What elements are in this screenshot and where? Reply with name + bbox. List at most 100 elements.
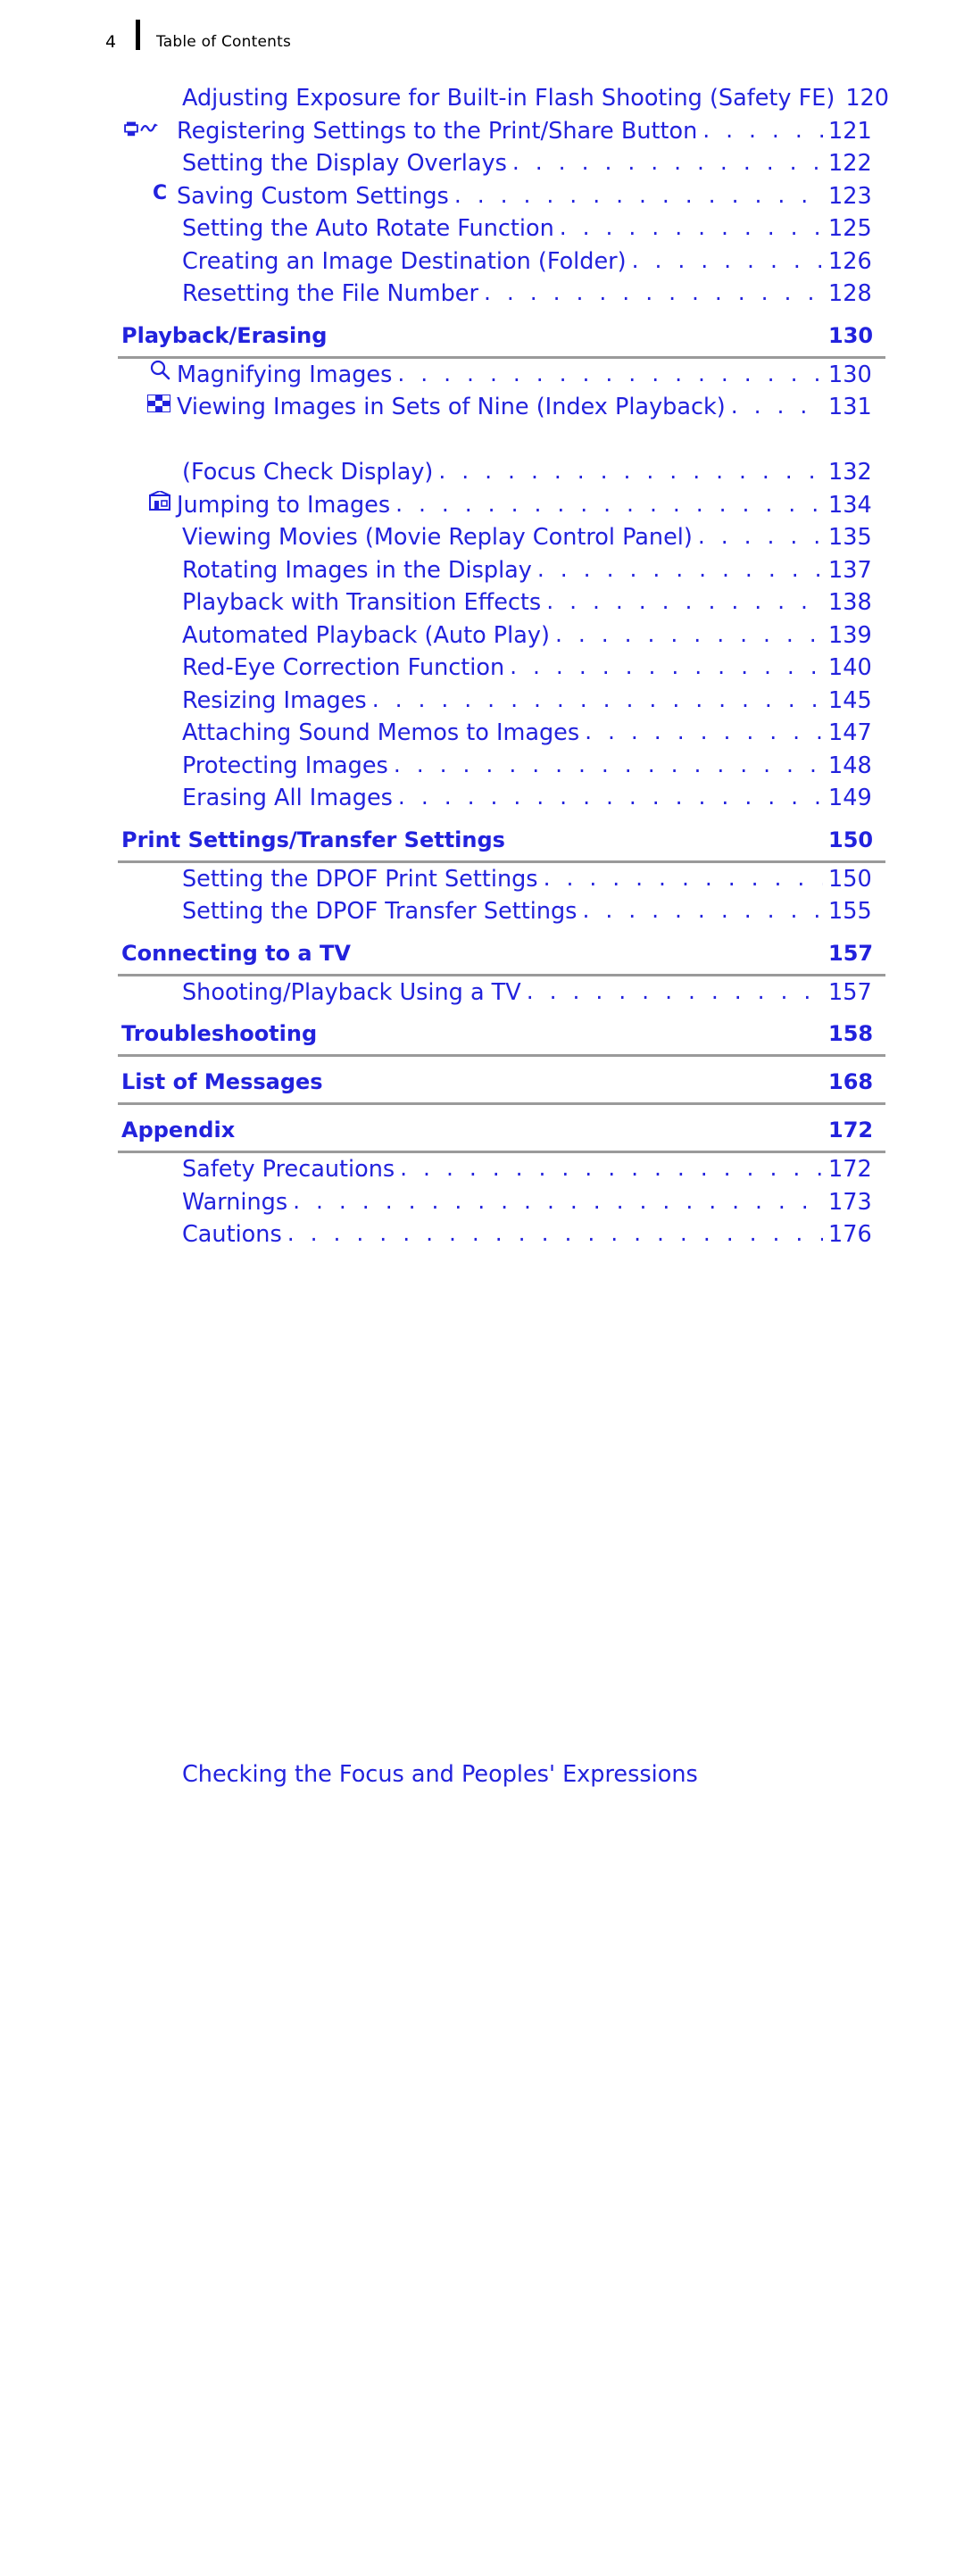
toc-entry[interactable]: Warnings173 xyxy=(118,1186,885,1219)
toc-entry-label: Setting the Display Overlays xyxy=(182,150,507,177)
toc-entry-label: Creating an Image Destination (Folder) xyxy=(182,247,627,275)
toc-entry[interactable]: Magnifying Images130 xyxy=(118,359,885,392)
toc-entry-label: Automated Playback (Auto Play) xyxy=(182,621,550,649)
toc-section: Print Settings/Transfer Settings 150 xyxy=(118,827,885,863)
header-divider xyxy=(136,20,140,50)
dot-leader xyxy=(372,684,823,717)
svg-text:C: C xyxy=(153,182,167,204)
toc-entry-label: Setting the DPOF Transfer Settings xyxy=(182,898,578,925)
dot-leader xyxy=(398,781,823,814)
toc-entry-label: Magnifying Images xyxy=(177,361,393,388)
toc-section: Connecting to a TV 157 xyxy=(118,941,885,976)
dot-leader xyxy=(537,553,823,586)
toc-section-label: Troubleshooting xyxy=(121,1021,318,1046)
toc-entry-label: Setting the DPOF Print Settings xyxy=(182,865,538,893)
magnify-icon xyxy=(148,359,177,382)
toc-entry[interactable]: Playback with Transition Effects138 xyxy=(118,586,885,619)
toc-entry-label: Setting the Auto Rotate Function xyxy=(182,215,554,242)
toc-entry-label: Viewing Images in Sets of Nine (Index Pl… xyxy=(177,394,726,420)
entry-indent xyxy=(118,393,177,414)
toc-entry[interactable]: Resizing Images145 xyxy=(118,685,885,718)
toc-section-label: Connecting to a TV xyxy=(121,940,351,966)
toc-entry[interactable]: Setting the Display Overlays122 xyxy=(118,147,885,180)
toc-entry-label: Saving Custom Settings xyxy=(177,182,449,210)
toc-entry[interactable]: Attaching Sound Memos to Images147 xyxy=(118,717,885,750)
toc-entry[interactable]: Checking the Focus and Peoples' Expressi… xyxy=(118,424,885,1788)
toc-entry[interactable]: Shooting/Playback Using a TV157 xyxy=(118,976,885,1010)
table-of-contents: Adjusting Exposure for Built-in Flash Sh… xyxy=(118,82,889,1788)
toc-entry[interactable]: Setting the DPOF Print Settings150 xyxy=(118,863,885,896)
page-title: Table of Contents xyxy=(156,33,292,51)
toc-section-header[interactable]: Connecting to a TV 157 xyxy=(118,941,885,971)
toc-entry[interactable]: Adjusting Exposure for Built-in Flash Sh… xyxy=(118,82,889,115)
toc-entry[interactable]: Viewing Images in Sets of Nine (Index Pl… xyxy=(118,391,885,424)
toc-entry-label: Erasing All Images xyxy=(182,785,393,811)
toc-entry[interactable]: Jumping to Images134 xyxy=(118,489,885,522)
section-divider xyxy=(118,1054,885,1057)
print-share-icon xyxy=(123,117,177,138)
toc-section-label: Appendix xyxy=(121,1118,236,1143)
toc-entry-label: Attaching Sound Memos to Images xyxy=(182,719,580,746)
toc-entry-label: Cautions xyxy=(182,1221,282,1248)
entry-indent: C xyxy=(118,180,177,204)
entry-indent xyxy=(118,490,177,512)
toc-entry[interactable]: C Saving Custom Settings123 xyxy=(118,180,885,213)
toc-entry-label: (Focus Check Display) xyxy=(182,459,434,486)
toc-section: List of Messages 168 xyxy=(118,1069,885,1105)
jump-icon xyxy=(148,490,177,512)
dot-leader xyxy=(731,390,823,423)
dot-leader xyxy=(484,277,823,310)
section-divider xyxy=(118,1102,885,1105)
index-playback-icon xyxy=(146,393,177,414)
toc-entry-label: Adjusting Exposure for Built-in Flash Sh… xyxy=(182,85,835,112)
dot-leader xyxy=(555,619,823,652)
toc-entry-label: Red-Eye Correction Function xyxy=(182,654,505,681)
toc-section-header[interactable]: Print Settings/Transfer Settings 150 xyxy=(118,827,885,858)
toc-section: Troubleshooting 158 xyxy=(118,1021,885,1057)
toc-entry[interactable]: Viewing Movies (Movie Replay Control Pan… xyxy=(118,521,885,554)
toc-entry-label: Protecting Images xyxy=(182,752,388,779)
toc-section-header[interactable]: List of Messages 168 xyxy=(118,1069,885,1100)
dot-leader xyxy=(510,651,823,684)
toc-entry-label: Shooting/Playback Using a TV xyxy=(182,978,521,1006)
dot-leader xyxy=(527,976,823,1009)
toc-entry[interactable]: Erasing All Images149 xyxy=(118,782,885,815)
toc-entry[interactable]: Creating an Image Destination (Folder)12… xyxy=(118,245,885,278)
dot-leader xyxy=(544,862,823,895)
toc-entry[interactable]: Setting the Auto Rotate Function125 xyxy=(118,212,885,245)
toc-entry-label: Resetting the File Number xyxy=(182,280,478,307)
toc-section-header[interactable]: Appendix 172 xyxy=(118,1118,885,1148)
toc-entry[interactable]: Red-Eye Correction Function140 xyxy=(118,652,885,685)
dot-leader xyxy=(395,488,823,521)
toc-entry[interactable]: Safety Precautions172 xyxy=(118,1153,885,1186)
toc-entry[interactable]: Resetting the File Number128 xyxy=(118,278,885,311)
toc-section-header[interactable]: Playback/Erasing 130 xyxy=(118,323,885,353)
toc-section-label: Print Settings/Transfer Settings xyxy=(121,827,505,852)
toc-entry-label: Checking the Focus and Peoples' Expressi… xyxy=(182,1760,698,1788)
dot-leader xyxy=(454,179,823,212)
toc-section-header[interactable]: Troubleshooting 158 xyxy=(118,1021,885,1051)
toc-entry-label: Jumping to Images xyxy=(177,491,391,519)
dot-leader xyxy=(438,455,823,488)
toc-entry[interactable]: Registering Settings to the Print/Share … xyxy=(118,115,885,148)
dot-leader xyxy=(546,586,823,619)
toc-entry[interactable]: Automated Playback (Auto Play)139 xyxy=(118,619,885,652)
toc-entry-label: Warnings xyxy=(182,1188,288,1216)
dot-leader xyxy=(560,212,823,245)
toc-entry[interactable]: Cautions 176 xyxy=(118,1218,885,1251)
dot-leader xyxy=(400,1152,823,1185)
toc-entry-label: Registering Settings to the Print/Share … xyxy=(177,117,698,145)
dot-leader xyxy=(512,146,823,179)
toc-entry-label: Playback with Transition Effects xyxy=(182,589,542,616)
toc-entry[interactable]: Setting the DPOF Transfer Settings155 xyxy=(118,895,885,928)
toc-section: Playback/Erasing 130 xyxy=(118,323,885,359)
dot-leader xyxy=(698,520,823,553)
toc-section-label: List of Messages xyxy=(121,1069,323,1094)
dot-leader xyxy=(632,245,823,278)
toc-entry[interactable]: (Focus Check Display)132 xyxy=(118,456,885,489)
toc-entry-label: Safety Precautions xyxy=(182,1156,395,1183)
toc-entry[interactable]: Protecting Images148 xyxy=(118,750,885,783)
dot-leader xyxy=(582,894,823,927)
entry-indent xyxy=(118,117,177,138)
toc-entry[interactable]: Rotating Images in the Display137 xyxy=(118,554,885,587)
